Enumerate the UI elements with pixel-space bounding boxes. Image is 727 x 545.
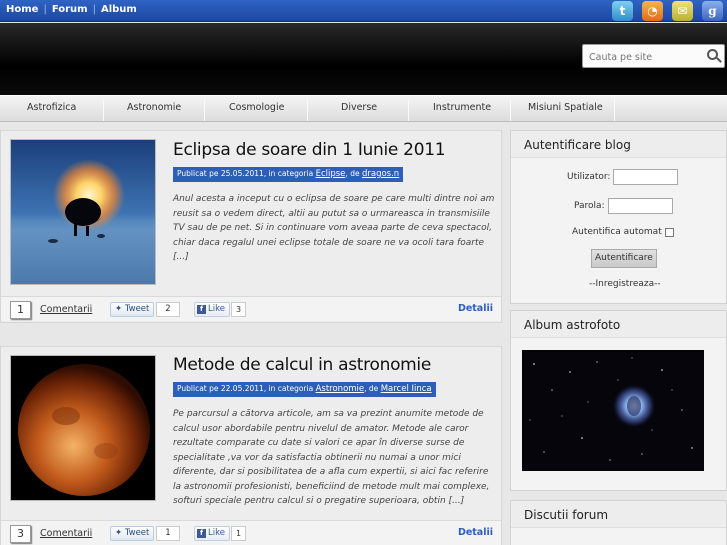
album-photo[interactable] xyxy=(522,350,704,471)
register-link[interactable]: --Inregistreaza-- xyxy=(589,279,661,289)
menu-divider xyxy=(307,99,308,121)
like-button[interactable]: f Like xyxy=(194,526,230,541)
post-meta: Publicat pe 22.05.2011, in categoria Ast… xyxy=(173,382,436,397)
email-icon[interactable]: ✉ xyxy=(672,1,693,21)
comments-link[interactable]: Comentarii xyxy=(40,304,92,315)
menu-item-diverse[interactable]: Diverse xyxy=(341,96,377,123)
post-category-link[interactable]: Astronomie xyxy=(316,384,365,394)
facebook-icon: f xyxy=(197,529,206,538)
tweet-label: Tweet xyxy=(124,528,150,538)
menu-item-instrumente[interactable]: Instrumente xyxy=(433,96,491,123)
post-meta-by: , de xyxy=(364,384,379,393)
comments-link[interactable]: Comentarii xyxy=(40,528,92,539)
twitter-icon[interactable]: t xyxy=(612,1,633,21)
google-icon[interactable]: g xyxy=(702,1,723,21)
tweet-button[interactable]: ✦ Tweet xyxy=(110,526,155,541)
post-date: Publicat pe 25.05.2011, in categoria xyxy=(177,169,314,178)
tweet-count: 2 xyxy=(156,302,180,317)
post-card: Metode de calcul in astronomie Publicat … xyxy=(0,346,502,545)
menu-divider xyxy=(408,99,409,121)
menu-divider xyxy=(614,99,615,121)
category-menu: Astrofizica Astronomie Cosmologie Divers… xyxy=(0,95,727,122)
nav-separator: | xyxy=(43,4,47,15)
comment-count-badge: 3 xyxy=(10,525,31,543)
tweet-button[interactable]: ✦ Tweet xyxy=(110,302,155,317)
post-title[interactable]: Eclipsa de soare din 1 Iunie 2011 xyxy=(173,140,446,160)
facebook-icon: f xyxy=(197,305,206,314)
post-date: Publicat pe 22.05.2011, in categoria xyxy=(177,384,314,393)
forum-box: Discutii forum xyxy=(510,500,727,545)
password-field[interactable] xyxy=(608,198,673,214)
site-header xyxy=(0,23,727,95)
like-label: Like xyxy=(208,304,225,314)
rss-icon[interactable]: ◔ xyxy=(642,1,663,21)
like-count: 3 xyxy=(231,302,246,317)
details-link[interactable]: Detalii xyxy=(458,303,493,314)
top-bar: Home | Forum | Album t ◔ ✉ g xyxy=(0,0,727,22)
post-category-link[interactable]: Eclipse xyxy=(316,169,346,179)
nav-album-link[interactable]: Album xyxy=(101,4,137,15)
post-footer: 3 Comentarii ✦ Tweet 1 f Like 1 Detalii xyxy=(1,520,501,545)
comment-count-badge: 1 xyxy=(10,301,31,319)
social-icons: t ◔ ✉ g xyxy=(612,1,723,21)
menu-item-astronomie[interactable]: Astronomie xyxy=(127,96,181,123)
tweet-label: Tweet xyxy=(124,304,150,314)
album-box-title: Album astrofoto xyxy=(524,318,621,332)
search-input[interactable] xyxy=(583,46,698,69)
like-button[interactable]: f Like xyxy=(194,302,230,317)
remember-label: Autentifica automat xyxy=(572,227,662,237)
search-icon[interactable] xyxy=(707,49,718,60)
post-thumbnail-moon[interactable] xyxy=(10,355,156,501)
menu-item-astrofizica[interactable]: Astrofizica xyxy=(27,96,76,123)
login-button[interactable]: Autentificare xyxy=(591,249,657,268)
nav-separator: | xyxy=(92,4,96,15)
post-excerpt: Anul acesta a inceput cu o eclipsa de so… xyxy=(173,194,495,262)
username-label: Utilizator: xyxy=(567,172,611,182)
eclipse-image xyxy=(11,140,155,284)
nav-forum-link[interactable]: Forum xyxy=(52,4,88,15)
post-meta: Publicat pe 25.05.2011, in categoria Ecl… xyxy=(173,167,404,182)
nebula-image xyxy=(522,350,704,471)
menu-item-cosmologie[interactable]: Cosmologie xyxy=(229,96,284,123)
post-thumbnail-eclipse[interactable] xyxy=(10,139,156,285)
search-box xyxy=(582,44,725,69)
username-field[interactable] xyxy=(613,169,678,185)
details-link[interactable]: Detalii xyxy=(458,527,493,538)
login-box: Autentificare blog xyxy=(510,130,727,304)
login-box-title: Autentificare blog xyxy=(524,138,631,152)
like-label: Like xyxy=(208,528,225,538)
post-author-link[interactable]: Marcel Iinca xyxy=(381,384,432,394)
moon-image xyxy=(11,356,155,500)
menu-divider xyxy=(510,99,511,121)
menu-divider xyxy=(103,99,104,121)
remember-checkbox[interactable] xyxy=(665,228,674,237)
like-count: 1 xyxy=(231,526,246,541)
forum-box-title: Discutii forum xyxy=(524,508,609,522)
menu-divider xyxy=(204,99,205,121)
post-author-link[interactable]: dragos.n xyxy=(362,169,399,179)
post-title[interactable]: Metode de calcul in astronomie xyxy=(173,355,431,375)
menu-item-misiuni-spatiale[interactable]: Misiuni Spatiale xyxy=(528,96,603,123)
post-footer: 1 Comentarii ✦ Tweet 2 f Like 3 Detalii xyxy=(1,296,501,321)
password-label: Parola: xyxy=(574,201,605,211)
top-navigation: Home | Forum | Album xyxy=(6,4,137,15)
twitter-bird-icon: ✦ xyxy=(115,528,123,538)
tweet-count: 1 xyxy=(156,526,180,541)
post-card: Eclipsa de soare din 1 Iunie 2011 Public… xyxy=(0,130,502,323)
post-meta-by: , de xyxy=(345,169,360,178)
nav-home-link[interactable]: Home xyxy=(6,4,38,15)
post-excerpt: Pe parcursul a cătorva articole, am sa v… xyxy=(173,409,490,506)
twitter-bird-icon: ✦ xyxy=(115,304,123,314)
